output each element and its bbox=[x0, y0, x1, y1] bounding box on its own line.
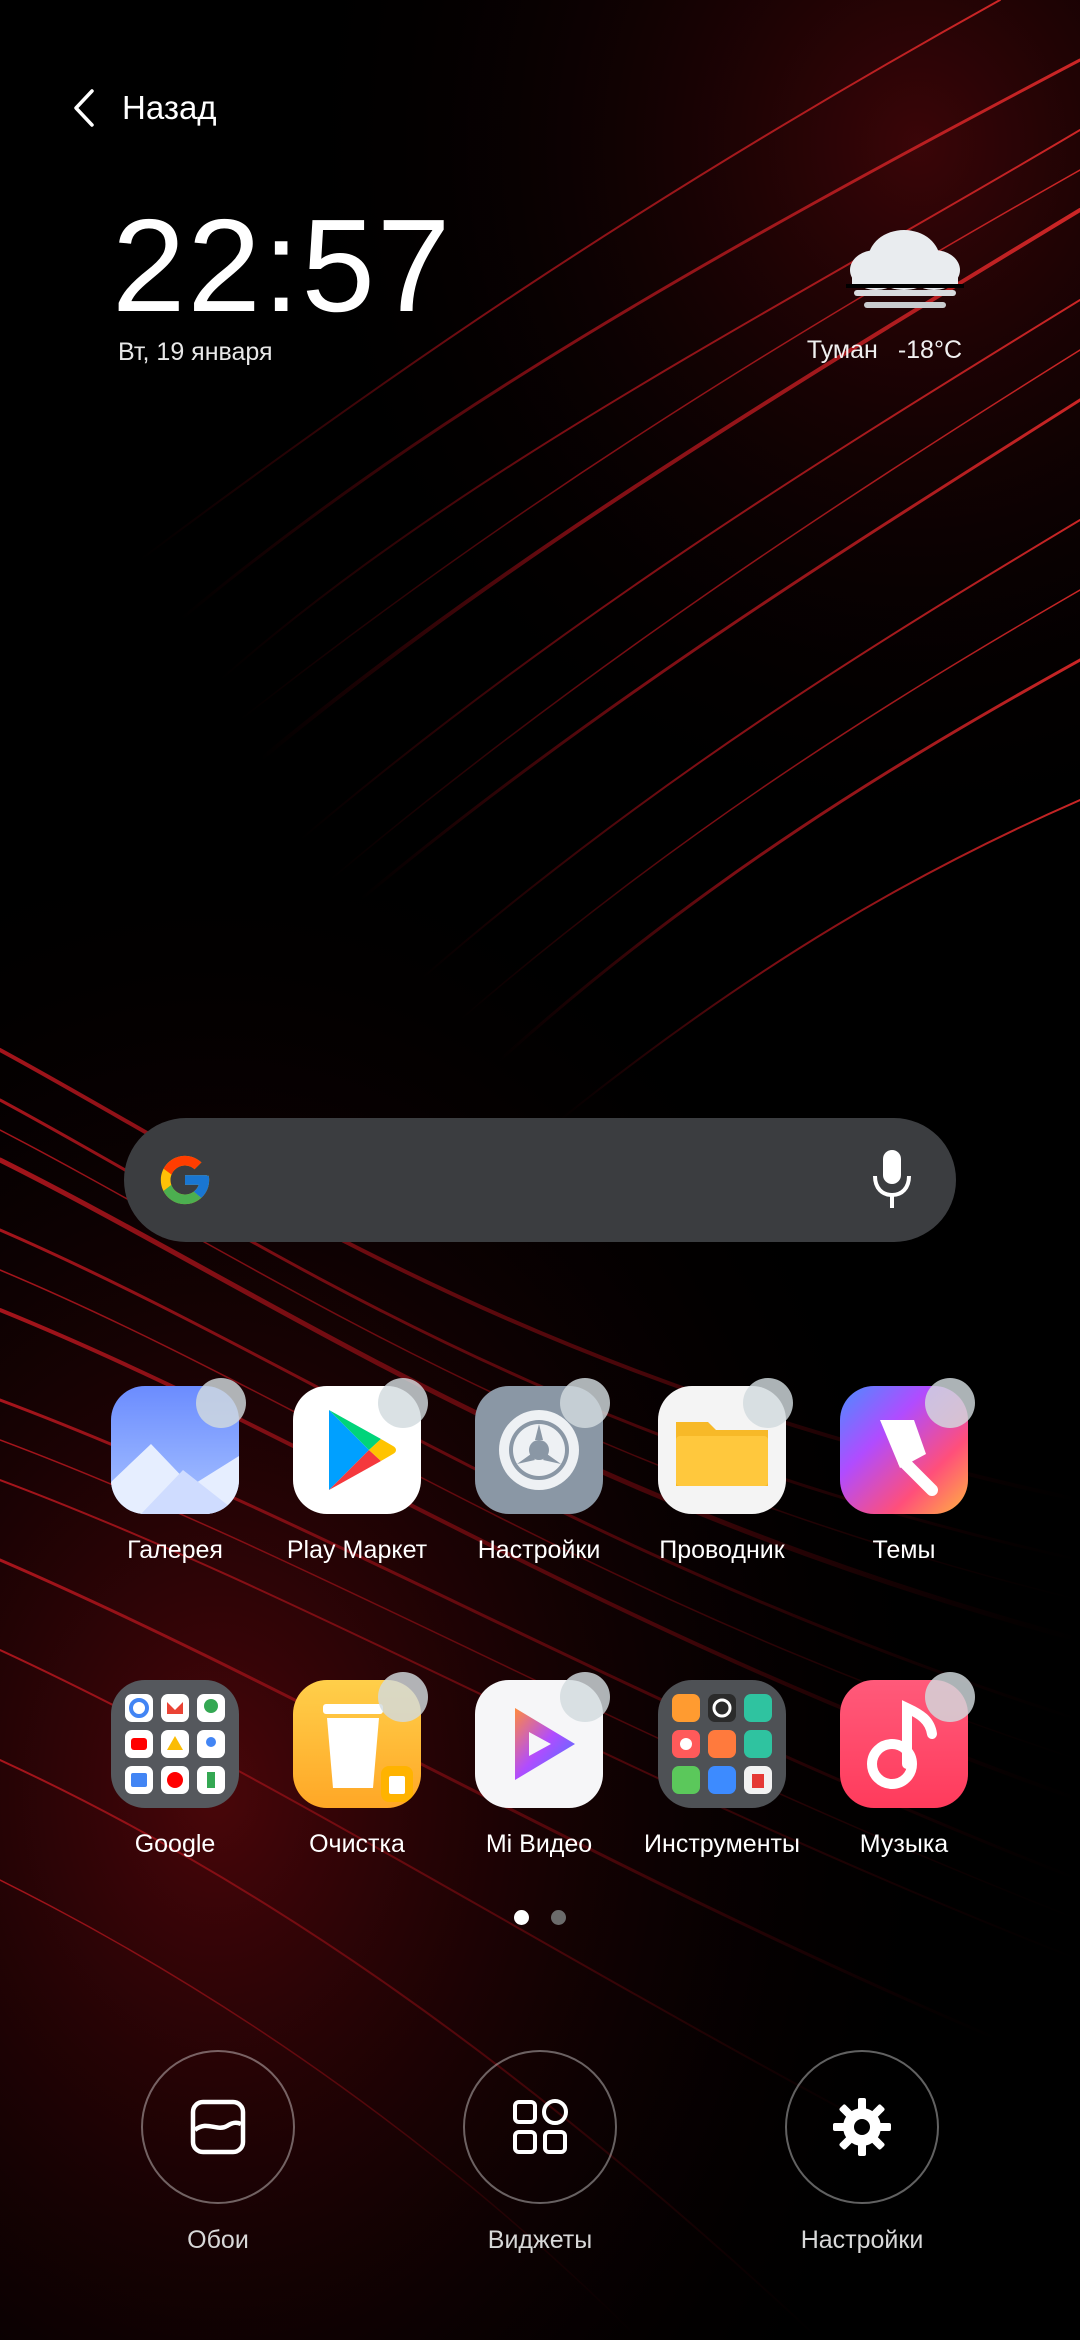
action-label: Обои bbox=[187, 2226, 249, 2254]
clock-date: Вт, 19 января bbox=[118, 338, 273, 366]
google-search-bar[interactable] bbox=[124, 1118, 956, 1242]
widgets-button[interactable]: Виджеты bbox=[440, 2050, 640, 2255]
app-label: Темы bbox=[872, 1536, 936, 1564]
home-screen-edit-mode: Назад 22:57 Вт, 19 января Туман -18°C Га… bbox=[0, 0, 1080, 2340]
tools-folder-icon bbox=[658, 1680, 786, 1808]
folder-google[interactable]: Google bbox=[85, 1680, 265, 1859]
page-dot-active[interactable] bbox=[514, 1910, 529, 1925]
settings-gear-icon bbox=[833, 2098, 891, 2156]
remove-badge[interactable] bbox=[925, 1672, 975, 1722]
wallpaper-icon bbox=[190, 2099, 246, 2155]
remove-badge[interactable] bbox=[560, 1672, 610, 1722]
wallpaper-button[interactable]: Обои bbox=[118, 2050, 318, 2255]
widgets-grid-icon bbox=[513, 2099, 568, 2154]
weather-temperature: -18°C bbox=[897, 336, 962, 364]
google-folder-icon bbox=[111, 1680, 239, 1808]
microphone-icon[interactable] bbox=[870, 1148, 914, 1212]
app-label: Музыка bbox=[859, 1830, 949, 1858]
app-label: Play Маркет bbox=[286, 1536, 428, 1564]
app-label: Инструменты bbox=[644, 1830, 800, 1858]
app-label: Настройки bbox=[477, 1536, 601, 1564]
back-label: Назад bbox=[122, 89, 217, 126]
remove-badge[interactable] bbox=[378, 1672, 428, 1722]
folder-tools[interactable]: Инструменты bbox=[632, 1680, 812, 1859]
google-g-icon bbox=[160, 1155, 210, 1205]
weather-info[interactable]: Туман -18°C bbox=[807, 336, 962, 365]
clock-time[interactable]: 22:57 bbox=[112, 196, 452, 336]
page-dot[interactable] bbox=[551, 1910, 566, 1925]
remove-badge[interactable] bbox=[378, 1378, 428, 1428]
action-label: Настройки bbox=[800, 2226, 924, 2254]
back-button[interactable]: Назад bbox=[70, 80, 217, 136]
app-label: Галерея bbox=[127, 1536, 223, 1564]
remove-badge[interactable] bbox=[743, 1378, 793, 1428]
remove-badge[interactable] bbox=[196, 1378, 246, 1428]
fog-icon[interactable] bbox=[846, 226, 964, 312]
settings-button[interactable]: Настройки bbox=[762, 2050, 962, 2255]
app-label: Google bbox=[134, 1830, 216, 1858]
app-label: Проводник bbox=[659, 1536, 785, 1564]
action-label: Виджеты bbox=[487, 2226, 593, 2254]
app-label: Очистка bbox=[309, 1830, 405, 1858]
weather-condition: Туман bbox=[806, 336, 878, 364]
chevron-left-icon bbox=[74, 89, 94, 127]
app-label: Mi Видео bbox=[485, 1830, 593, 1858]
remove-badge[interactable] bbox=[925, 1378, 975, 1428]
remove-badge[interactable] bbox=[560, 1378, 610, 1428]
